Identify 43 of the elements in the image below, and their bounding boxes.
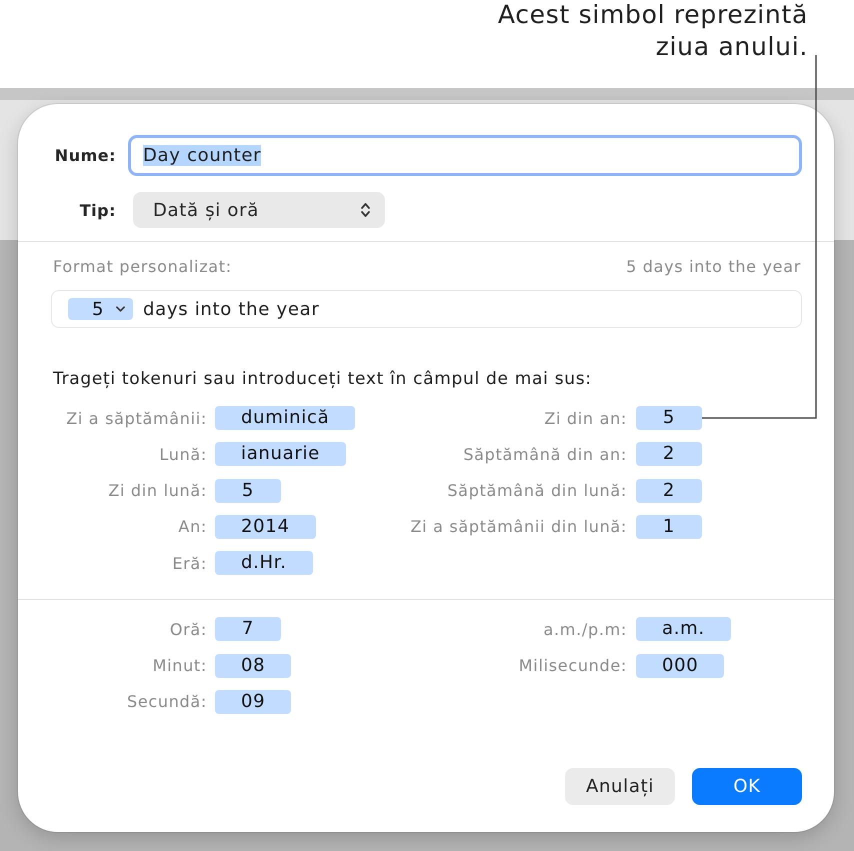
date-token[interactable]: 1 — [636, 514, 702, 539]
date-token[interactable]: duminică — [215, 406, 356, 430]
time-token[interactable]: 08 — [215, 654, 292, 678]
name-field[interactable]: Day counter — [128, 135, 802, 176]
date-token[interactable]: ianuarie — [215, 442, 346, 466]
token-label: Milisecunde: — [518, 656, 627, 676]
date-token[interactable]: 5 — [215, 478, 281, 503]
callout-text: Acest simbol reprezintă ziua anului. — [496, 0, 808, 63]
type-label: Tip: — [78, 200, 116, 220]
format-field[interactable]: 5 days into the year — [51, 290, 802, 328]
token-label: Eră: — [171, 554, 207, 573]
format-token[interactable]: 5 — [68, 298, 133, 320]
time-token[interactable]: 7 — [215, 617, 281, 642]
date-token[interactable]: 2 — [636, 442, 702, 466]
chevron-down-icon — [116, 306, 126, 312]
format-label: Format personalizat: — [53, 256, 232, 278]
ok-button[interactable]: OK — [692, 768, 802, 805]
name-label: Nume: — [54, 146, 116, 165]
date-token[interactable]: d.Hr. — [215, 551, 313, 576]
token-label: Zi a săptămânii din lună: — [409, 517, 627, 536]
type-popup[interactable]: Dată și oră — [133, 192, 385, 228]
chevron-updown-icon — [360, 202, 371, 218]
format-text: days into the year — [143, 298, 320, 320]
time-token[interactable]: a.m. — [636, 617, 731, 642]
time-token[interactable]: 000 — [636, 654, 724, 678]
token-label: Zi din an: — [543, 408, 627, 428]
token-label: Zi din lună: — [107, 481, 207, 500]
token-label: Oră: — [168, 620, 207, 639]
date-token[interactable]: 5 — [636, 406, 702, 430]
cancel-button[interactable]: Anulați — [565, 768, 675, 805]
token-label: a.m./p.m: — [542, 620, 627, 639]
date-token[interactable]: 2014 — [215, 514, 316, 539]
time-token[interactable]: 09 — [215, 690, 292, 714]
token-label: An: — [177, 517, 207, 536]
token-label: Secundă: — [126, 692, 207, 712]
token-label: Minut: — [152, 656, 207, 676]
token-label: Săptămână din lună: — [446, 481, 627, 500]
format-preview: 5 days into the year — [626, 256, 801, 278]
token-label: Săptămână din an: — [462, 444, 627, 464]
token-label: Lună: — [158, 444, 207, 464]
instructions-text: Trageți tokenuri sau introduceți text în câmpul de mai sus: — [53, 368, 593, 390]
token-label: Zi a săptămânii: — [65, 408, 207, 428]
date-token[interactable]: 2 — [636, 478, 702, 503]
